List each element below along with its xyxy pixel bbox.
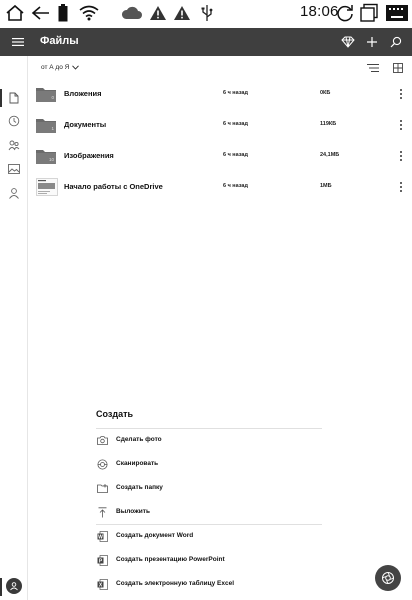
page-title: Файлы xyxy=(40,35,79,47)
file-size: 24,1МБ xyxy=(320,152,340,158)
file-name: Документы xyxy=(64,120,107,129)
rail-item-account[interactable] xyxy=(3,182,25,204)
take-photo-item[interactable]: Сделать фото xyxy=(94,432,324,450)
file-modified: 6 ч назад xyxy=(223,121,248,127)
folder-add-icon xyxy=(96,482,108,494)
home-icon[interactable] xyxy=(4,2,26,24)
file-modified: 6 ч назад xyxy=(223,90,248,96)
file-size: 0КБ xyxy=(320,90,331,96)
svg-text:W: W xyxy=(98,534,103,540)
clock-time: 18:06 xyxy=(300,3,339,20)
divider xyxy=(96,524,322,525)
person-icon xyxy=(9,188,19,199)
avatar[interactable] xyxy=(6,578,22,594)
more-options-icon[interactable] xyxy=(396,148,406,164)
item-label: Выложить xyxy=(116,508,150,515)
file-modified: 6 ч назад xyxy=(223,152,248,158)
word-icon: W xyxy=(96,530,108,542)
create-powerpoint-item[interactable]: P Создать презентацию PowerPoint xyxy=(94,552,324,570)
search-icon[interactable] xyxy=(386,32,406,52)
create-excel-item[interactable]: X Создать электронную таблицу Excel xyxy=(94,576,324,594)
cloud-icon xyxy=(120,2,144,24)
item-label: Создать папку xyxy=(116,484,163,491)
rail-item-files[interactable] xyxy=(0,87,25,109)
file-size: 119КБ xyxy=(320,121,337,127)
file-row[interactable]: Начало работы с OneDrive 6 ч назад 1МБ xyxy=(34,173,412,203)
navigation-rail xyxy=(0,56,28,600)
powerpoint-icon: P xyxy=(96,554,108,566)
more-options-icon[interactable] xyxy=(396,179,406,195)
battery-icon xyxy=(56,2,70,24)
warning-icon xyxy=(172,2,192,24)
scan-icon xyxy=(96,458,108,470)
file-row[interactable]: 0 Вложения 6 ч назад 0КБ xyxy=(34,80,412,110)
more-options-icon[interactable] xyxy=(396,86,406,102)
clock-icon xyxy=(8,115,20,127)
create-folder-item[interactable]: Создать папку xyxy=(94,480,324,498)
file-name: Начало работы с OneDrive xyxy=(64,182,163,191)
grid-view-icon[interactable] xyxy=(390,60,406,76)
document-thumbnail-icon xyxy=(36,178,58,196)
item-label: Сканировать xyxy=(116,460,159,467)
sort-label: от А до Я xyxy=(41,64,70,71)
keyboard-icon[interactable] xyxy=(384,2,410,24)
file-icon xyxy=(9,92,19,104)
folder-count: 1 xyxy=(51,126,54,131)
excel-icon: X xyxy=(96,578,108,590)
add-icon[interactable] xyxy=(362,32,382,52)
camera-icon xyxy=(96,434,108,446)
divider xyxy=(96,428,322,429)
file-size: 1МБ xyxy=(320,183,332,189)
usb-icon xyxy=(199,2,215,24)
camera-shutter-icon xyxy=(382,572,394,584)
back-icon[interactable] xyxy=(30,2,52,24)
item-label: Сделать фото xyxy=(116,436,162,443)
create-word-item[interactable]: W Создать документ Word xyxy=(94,528,324,546)
app-bar: Файлы xyxy=(0,28,412,56)
upload-item[interactable]: Выложить xyxy=(94,504,324,522)
file-row[interactable]: 10 Изображения 6 ч назад 24,1МБ xyxy=(34,142,412,172)
overview-icon[interactable] xyxy=(358,2,380,24)
menu-icon[interactable] xyxy=(8,32,28,52)
rail-indicator xyxy=(0,578,2,596)
item-label: Создать презентацию PowerPoint xyxy=(116,556,225,563)
chevron-down-icon xyxy=(72,65,80,70)
more-options-icon[interactable] xyxy=(396,117,406,133)
item-label: Создать документ Word xyxy=(116,532,194,539)
shared-icon xyxy=(8,140,20,151)
rail-item-photos[interactable] xyxy=(3,158,25,180)
scan-item[interactable]: Сканировать xyxy=(94,456,324,474)
file-row[interactable]: 1 Документы 6 ч назад 119КБ xyxy=(34,111,412,141)
person-icon xyxy=(10,582,18,591)
folder-icon: 0 xyxy=(36,86,56,102)
rail-item-shared[interactable] xyxy=(3,134,25,156)
folder-count: 10 xyxy=(48,157,54,162)
file-name: Изображения xyxy=(64,151,114,160)
upload-icon xyxy=(96,506,108,518)
create-sheet: Создать Сделать фото Сканировать Создать… xyxy=(86,396,332,600)
camera-fab[interactable] xyxy=(375,565,401,591)
folder-icon: 10 xyxy=(36,148,56,164)
sort-options-icon[interactable] xyxy=(365,60,381,76)
folder-count: 0 xyxy=(51,95,54,100)
wifi-icon xyxy=(78,2,100,24)
file-modified: 6 ч назад xyxy=(223,183,248,189)
sheet-title: Создать xyxy=(96,409,134,419)
rail-item-recent[interactable] xyxy=(3,110,25,132)
item-label: Создать электронную таблицу Excel xyxy=(116,580,235,587)
warning-icon xyxy=(148,2,168,24)
diamond-icon[interactable] xyxy=(338,32,358,52)
folder-icon: 1 xyxy=(36,117,56,133)
refresh-icon[interactable] xyxy=(334,2,356,24)
sort-dropdown[interactable]: от А до Я xyxy=(41,64,80,71)
status-bar: 18:06 xyxy=(0,0,412,26)
image-icon xyxy=(8,164,20,174)
file-name: Вложения xyxy=(64,89,102,98)
